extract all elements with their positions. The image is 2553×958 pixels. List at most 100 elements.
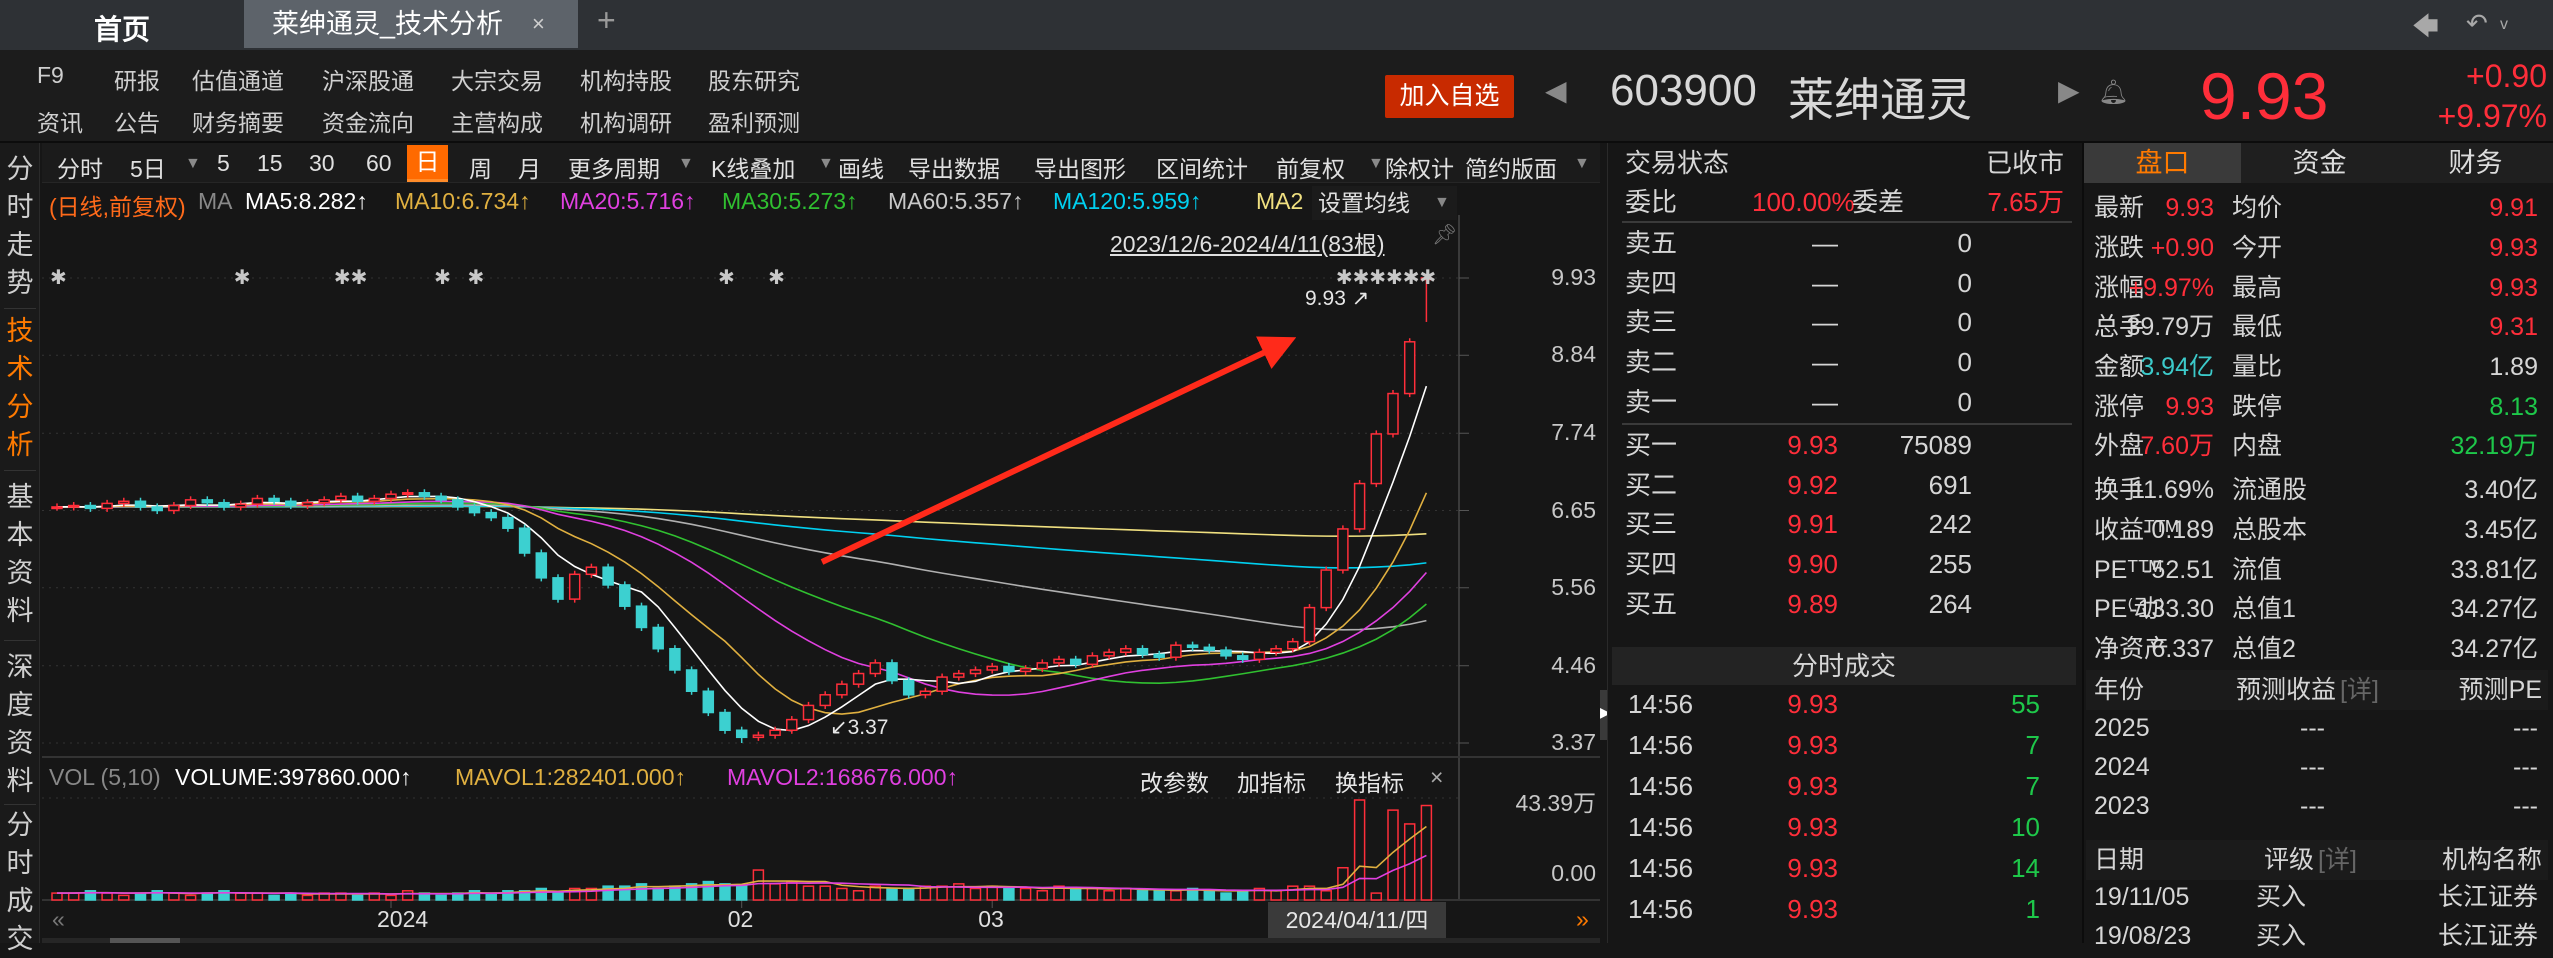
nav-link[interactable]: 机构持股 — [580, 62, 672, 96]
quote-label: 流值 — [2232, 556, 2283, 584]
export-image-button[interactable]: 导出图形 — [1034, 150, 1126, 184]
nav-link[interactable]: 资讯 — [37, 104, 83, 138]
scrollbar-thumb[interactable] — [110, 938, 180, 943]
order-diff: 7.65万 — [1987, 187, 2064, 217]
undo-icon[interactable]: ↶ — [2466, 8, 2488, 39]
pin-icon[interactable]: 📌︎ — [1432, 222, 1457, 247]
ratings-detail-link[interactable]: [详] — [2318, 840, 2357, 880]
chevron-down-icon[interactable]: v — [2500, 16, 2508, 34]
back-arrow-icon[interactable]: 🡄 — [2412, 8, 2439, 52]
export-data-button[interactable]: 导出数据 — [908, 150, 1000, 184]
dropdown-icon[interactable]: ▼ — [678, 155, 694, 173]
dropdown-icon[interactable]: ▼ — [1574, 155, 1590, 173]
sidebar-item-technical[interactable]: 技术分析 — [0, 312, 40, 464]
quote-label: 流通股 — [2232, 476, 2308, 504]
nav-link[interactable]: 盈利预测 — [708, 104, 800, 138]
period-5day[interactable]: 5日 — [130, 150, 166, 184]
candle-up — [1086, 655, 1099, 666]
simple-layout-button[interactable]: 简约版面 — [1465, 150, 1557, 184]
ask-row: 卖二 — 0 — [1612, 342, 2072, 382]
quote-row: 换手 11.69% 流通股 3.40亿 — [2086, 470, 2548, 510]
prev-stock-icon[interactable]: ◀ — [1545, 74, 1567, 107]
nav-link[interactable]: F9 — [37, 62, 64, 89]
nav-link[interactable]: 估值通道 — [192, 62, 284, 96]
more-periods-button[interactable]: 更多周期 — [568, 150, 660, 184]
candle-up — [1053, 658, 1065, 664]
add-tab-icon[interactable]: + — [597, 2, 616, 39]
nav-link[interactable]: 股东研究 — [708, 62, 800, 96]
forecast-eps: --- — [2300, 792, 2325, 820]
sidebar-item-trades[interactable]: 分时成交 — [0, 806, 40, 958]
period-intraday[interactable]: 分时 — [57, 150, 103, 184]
quote-label: 量比 — [2232, 353, 2283, 381]
scroll-right-icon[interactable]: » — [1576, 906, 1589, 933]
divider — [4, 640, 36, 641]
period-5min[interactable]: 5 — [217, 150, 230, 177]
nav-link[interactable]: 大宗交易 — [451, 62, 543, 96]
candle-down — [635, 605, 648, 629]
period-week[interactable]: 周 — [469, 150, 492, 184]
nav-link[interactable]: 财务摘要 — [192, 104, 284, 138]
forecast-eps-header: 预测收益 — [2236, 676, 2337, 704]
draw-line-button[interactable]: 画线 — [838, 150, 884, 184]
sidebar-item-basic-info[interactable]: 基本资料 — [0, 478, 40, 630]
candle-down — [1220, 649, 1232, 657]
volume-bar — [886, 887, 898, 901]
ask-price: — — [1812, 267, 1838, 298]
sidebar-item-deep-info[interactable]: 深度资料 — [0, 648, 40, 800]
nav-link[interactable]: 主营构成 — [451, 104, 543, 138]
panel-toggle-handle[interactable]: ▶ — [1600, 690, 1611, 740]
forward-adjust-button[interactable]: 前复权 — [1276, 150, 1345, 184]
sidebar-item-intraday[interactable]: 分时走势 — [0, 150, 40, 302]
bell-icon[interactable]: 🔔︎ — [2098, 78, 2128, 107]
volume-bar — [1019, 887, 1032, 901]
next-stock-icon[interactable]: ▶ — [2058, 74, 2080, 107]
close-tab-icon[interactable]: × — [532, 0, 545, 48]
period-30min[interactable]: 30 — [309, 150, 335, 177]
forecast-detail-link[interactable]: [详] — [2340, 670, 2379, 710]
nav-link[interactable]: 公告 — [114, 104, 160, 138]
period-60min[interactable]: 60 — [366, 150, 392, 177]
candle-down — [418, 492, 431, 498]
nav-link[interactable]: 研报 — [114, 62, 160, 96]
tab-finance[interactable]: 财务 — [2398, 143, 2553, 183]
order-ratio-label: 委比 — [1625, 187, 1678, 217]
low-point-value: 3.37 — [847, 716, 889, 739]
period-day[interactable]: 日 — [407, 145, 448, 182]
close-indicator-icon[interactable]: × — [1430, 764, 1443, 791]
tab-technical-analysis[interactable]: 莱绅通灵_技术分析 — [244, 0, 578, 48]
period-15min[interactable]: 15 — [257, 150, 283, 177]
range-stats-button[interactable]: 区间统计 — [1156, 150, 1248, 184]
trade-row: 14:56 9.93 55 — [1612, 684, 2072, 724]
volume-bar — [836, 887, 848, 901]
volume-bar — [301, 894, 314, 901]
add-to-watchlist-button[interactable]: 加入自选 — [1385, 75, 1514, 118]
tab-quote[interactable]: 盘口 — [2084, 143, 2241, 183]
nav-link[interactable]: 资金流向 — [322, 104, 414, 138]
nav-link[interactable]: 机构调研 — [580, 104, 672, 138]
period-month[interactable]: 月 — [518, 150, 541, 184]
dropdown-icon[interactable]: ▼ — [818, 155, 834, 173]
set-ma-dropdown[interactable]: 设置均线 ▼ — [1312, 186, 1457, 220]
ratings-header: 日期 评级 [详] 机构名称 — [2086, 840, 2548, 880]
quote-row: 涨停 9.93 跌停 8.13 — [2086, 387, 2548, 427]
forecast-pe: --- — [2513, 714, 2538, 742]
switch-indicator-button[interactable]: 换指标 — [1335, 764, 1404, 798]
bid-level-label: 买三 — [1625, 509, 1678, 540]
ask-volume: 0 — [1957, 347, 1972, 378]
add-indicator-button[interactable]: 加指标 — [1237, 764, 1306, 798]
bid-level-label: 买一 — [1625, 430, 1678, 460]
tab-funds[interactable]: 资金 — [2241, 143, 2398, 183]
ex-rights-button[interactable]: 除权计 — [1385, 150, 1454, 184]
scroll-left-icon[interactable]: « — [52, 906, 65, 933]
date-range-link[interactable]: 2023/12/6-2024/4/11(83根) — [1110, 225, 1385, 259]
trade-status-label: 交易状态 — [1625, 148, 1730, 178]
dropdown-icon[interactable]: ▼ — [1368, 155, 1384, 173]
tab-home[interactable]: 首页 — [94, 8, 150, 48]
quote-label: 总股本 — [2232, 516, 2308, 544]
nav-link[interactable]: 沪深股通 — [322, 62, 414, 96]
kline-overlay-button[interactable]: K线叠加 — [711, 150, 795, 184]
change-params-button[interactable]: 改参数 — [1140, 764, 1209, 798]
dropdown-icon[interactable]: ▼ — [185, 155, 201, 173]
chart-scrollbar[interactable] — [42, 938, 1600, 943]
